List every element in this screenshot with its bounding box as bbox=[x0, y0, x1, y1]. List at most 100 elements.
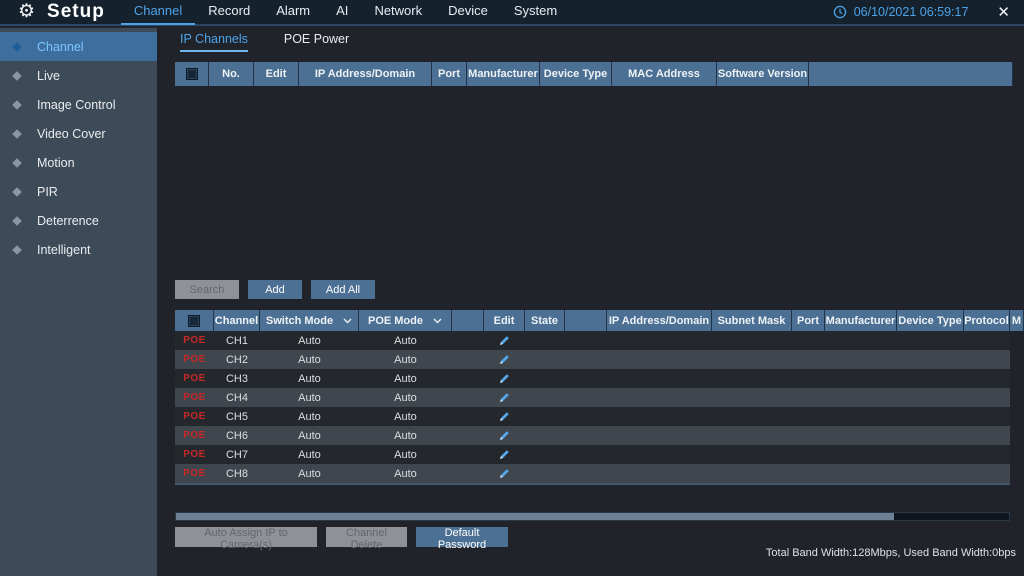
edit-pencil-icon[interactable] bbox=[498, 467, 511, 480]
channel-row-ch4[interactable]: POECH4AutoAuto bbox=[175, 388, 1010, 407]
menu-alarm[interactable]: Alarm bbox=[263, 0, 323, 25]
cell bbox=[607, 407, 712, 426]
tab-poe-power[interactable]: POE Power bbox=[284, 28, 349, 52]
diamond-icon bbox=[12, 42, 22, 52]
edit-pencil-icon[interactable] bbox=[498, 429, 511, 442]
column-header-empty bbox=[452, 310, 484, 331]
cell bbox=[525, 331, 565, 350]
column-header-port: Port bbox=[432, 62, 467, 86]
edit-cell bbox=[484, 407, 525, 426]
menu-record[interactable]: Record bbox=[195, 0, 263, 25]
cell bbox=[897, 445, 964, 464]
default-password-button[interactable]: Default Password bbox=[416, 527, 508, 547]
sidebar-item-label: Deterrence bbox=[37, 214, 99, 228]
sidebar-item-deterrence[interactable]: Deterrence bbox=[0, 206, 157, 235]
cell bbox=[964, 350, 1010, 369]
sidebar-item-pir[interactable]: PIR bbox=[0, 177, 157, 206]
poe-mode-value: Auto bbox=[359, 407, 452, 426]
cell bbox=[897, 388, 964, 407]
bandwidth-status: Total Band Width:128Mbps, Used Band Widt… bbox=[766, 547, 1016, 559]
channel-row-ch3[interactable]: POECH3AutoAuto bbox=[175, 369, 1010, 388]
sidebar-item-channel[interactable]: Channel bbox=[0, 32, 157, 61]
sidebar-item-label: Image Control bbox=[37, 98, 116, 112]
channel-row-ch8[interactable]: POECH8AutoAuto bbox=[175, 464, 1010, 483]
switch-mode-value: Auto bbox=[260, 407, 359, 426]
cell bbox=[525, 407, 565, 426]
menu-channel[interactable]: Channel bbox=[121, 0, 195, 25]
chevron-down-icon[interactable] bbox=[433, 318, 442, 324]
poe-mode-value: Auto bbox=[359, 464, 452, 483]
edit-cell bbox=[484, 388, 525, 407]
sidebar-item-motion[interactable]: Motion bbox=[0, 148, 157, 177]
menu-system[interactable]: System bbox=[501, 0, 570, 25]
channel-row-ch1[interactable]: POECH1AutoAuto bbox=[175, 331, 1010, 350]
column-label: Switch Mode bbox=[266, 315, 333, 327]
sidebar-item-live[interactable]: Live bbox=[0, 61, 157, 90]
channel-row-ch7[interactable]: POECH7AutoAuto bbox=[175, 445, 1010, 464]
cell bbox=[825, 388, 897, 407]
cell bbox=[897, 426, 964, 445]
poe-tag: POE bbox=[175, 388, 214, 407]
cell bbox=[964, 464, 1010, 483]
channel-row-ch2[interactable]: POECH2AutoAuto bbox=[175, 350, 1010, 369]
add-button[interactable]: Add bbox=[248, 280, 302, 299]
cell bbox=[897, 369, 964, 388]
page-title: Setup bbox=[47, 1, 105, 23]
sidebar-item-image-control[interactable]: Image Control bbox=[0, 90, 157, 119]
top-bar: ⚙ Setup ChannelRecordAlarmAINetworkDevic… bbox=[0, 0, 1024, 26]
cell bbox=[565, 445, 607, 464]
channel-table-header: ChannelSwitch ModePOE ModeEditStateIP Ad… bbox=[175, 310, 1024, 331]
cell bbox=[525, 464, 565, 483]
close-icon[interactable]: ✕ bbox=[997, 3, 1010, 21]
channel-row-ch6[interactable]: POECH6AutoAuto bbox=[175, 426, 1010, 445]
table-bottom-divider bbox=[175, 483, 1010, 485]
sidebar-item-video-cover[interactable]: Video Cover bbox=[0, 119, 157, 148]
edit-pencil-icon[interactable] bbox=[498, 410, 511, 423]
cell bbox=[712, 331, 792, 350]
column-label: Manufacturer bbox=[468, 68, 538, 80]
menu-ai[interactable]: AI bbox=[323, 0, 361, 25]
channel-delete-button[interactable]: Channel Delete bbox=[326, 527, 407, 547]
add-all-button[interactable]: Add All bbox=[311, 280, 375, 299]
search-button[interactable]: Search bbox=[175, 280, 239, 299]
auto-assign-ip-button[interactable]: Auto Assign IP to Camera(s) bbox=[175, 527, 317, 547]
horizontal-scrollbar[interactable] bbox=[175, 512, 1010, 521]
switch-mode-value: Auto bbox=[260, 369, 359, 388]
edit-pencil-icon[interactable] bbox=[498, 353, 511, 366]
edit-pencil-icon[interactable] bbox=[498, 391, 511, 404]
diamond-icon bbox=[12, 187, 22, 197]
edit-pencil-icon[interactable] bbox=[498, 448, 511, 461]
sidebar-item-intelligent[interactable]: Intelligent bbox=[0, 235, 157, 264]
poe-tag: POE bbox=[175, 369, 214, 388]
menu-network[interactable]: Network bbox=[361, 0, 435, 25]
column-header-state: State bbox=[525, 310, 565, 331]
tab-bar: IP Channels POE Power bbox=[157, 28, 1024, 52]
cell bbox=[712, 445, 792, 464]
column-label: M bbox=[1012, 315, 1021, 327]
cell bbox=[452, 426, 484, 445]
channel-row-ch5[interactable]: POECH5AutoAuto bbox=[175, 407, 1010, 426]
cell bbox=[792, 407, 825, 426]
column-header-empty bbox=[565, 310, 607, 331]
search-actions: Search Add Add All bbox=[175, 280, 375, 299]
edit-pencil-icon[interactable] bbox=[498, 372, 511, 385]
cell bbox=[525, 388, 565, 407]
chevron-down-icon[interactable] bbox=[343, 318, 352, 324]
cell bbox=[452, 369, 484, 388]
menu-device[interactable]: Device bbox=[435, 0, 501, 25]
cell bbox=[825, 407, 897, 426]
select-all-checkbox[interactable] bbox=[186, 68, 198, 80]
cell bbox=[712, 350, 792, 369]
select-all-checkbox[interactable] bbox=[188, 315, 200, 327]
cell bbox=[964, 369, 1010, 388]
cell bbox=[897, 407, 964, 426]
edit-pencil-icon[interactable] bbox=[498, 334, 511, 347]
cell bbox=[607, 350, 712, 369]
topbar-right: 06/10/2021 06:59:17 ✕ bbox=[833, 3, 1014, 21]
scrollbar-thumb[interactable] bbox=[176, 513, 894, 520]
cell bbox=[525, 350, 565, 369]
column-label: IP Address/Domain bbox=[609, 315, 709, 327]
tab-ip-channels[interactable]: IP Channels bbox=[180, 28, 248, 52]
cell bbox=[792, 464, 825, 483]
switch-mode-value: Auto bbox=[260, 331, 359, 350]
